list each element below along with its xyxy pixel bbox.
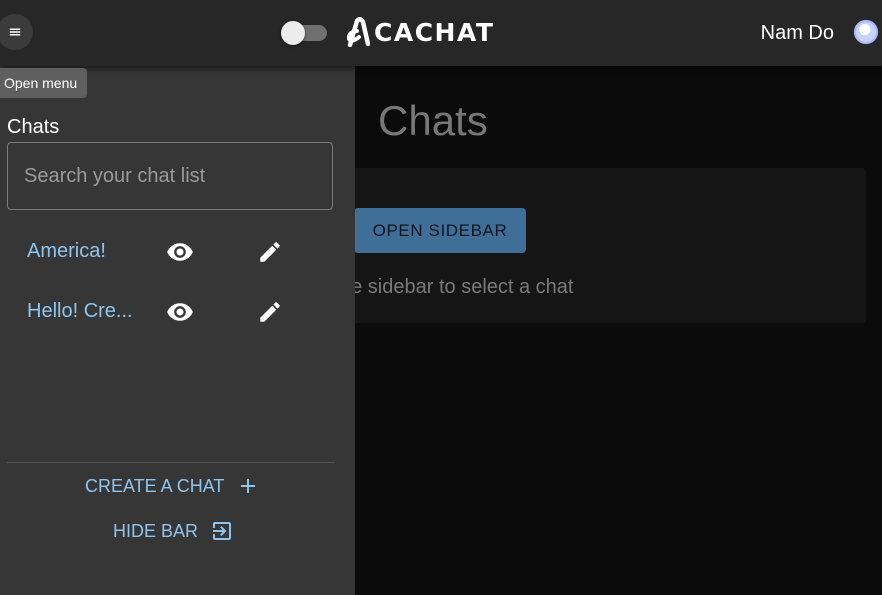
hint-text: he sidebar to select a chat <box>340 276 574 298</box>
brand-mark-icon <box>346 17 370 47</box>
menu-tooltip: Open menu <box>0 68 88 98</box>
chat-link[interactable]: America! <box>27 240 106 263</box>
brand-logo[interactable]: CACHAT <box>344 15 494 49</box>
sidebar-title: Chats <box>7 116 60 138</box>
open-sidebar-button[interactable]: OPEN SIDEBAR <box>354 208 526 253</box>
chat-list-item: Hello! Cre... <box>0 282 355 342</box>
hide-bar-label: HIDE BAR <box>113 520 199 541</box>
user-name[interactable]: Nam Do <box>761 21 834 45</box>
chat-list-item: America! <box>0 222 355 282</box>
plus-icon <box>241 479 256 493</box>
chat-link[interactable]: Hello! Cre... <box>27 300 133 323</box>
page-title: Chats <box>378 97 488 144</box>
theme-toggle[interactable] <box>281 21 329 45</box>
eye-icon[interactable] <box>166 238 194 266</box>
user-avatar[interactable] <box>854 20 878 44</box>
pencil-icon[interactable] <box>256 298 284 326</box>
exit-to-app-icon <box>213 522 232 540</box>
toggle-thumb <box>281 21 305 45</box>
brand-name: CACHAT <box>374 17 495 47</box>
create-chat-label: CREATE A CHAT <box>85 475 225 496</box>
hamburger-menu-icon <box>9 28 21 36</box>
hide-bar-button[interactable]: HIDE BAR <box>113 519 234 543</box>
app-bar: CACHAT Nam Do <box>0 0 882 66</box>
eye-icon[interactable] <box>166 298 194 326</box>
pencil-icon[interactable] <box>256 238 284 266</box>
create-chat-button[interactable]: CREATE A CHAT <box>85 474 260 498</box>
search-input[interactable] <box>7 142 333 210</box>
menu-button[interactable] <box>0 14 33 50</box>
sidebar-divider <box>7 462 335 463</box>
